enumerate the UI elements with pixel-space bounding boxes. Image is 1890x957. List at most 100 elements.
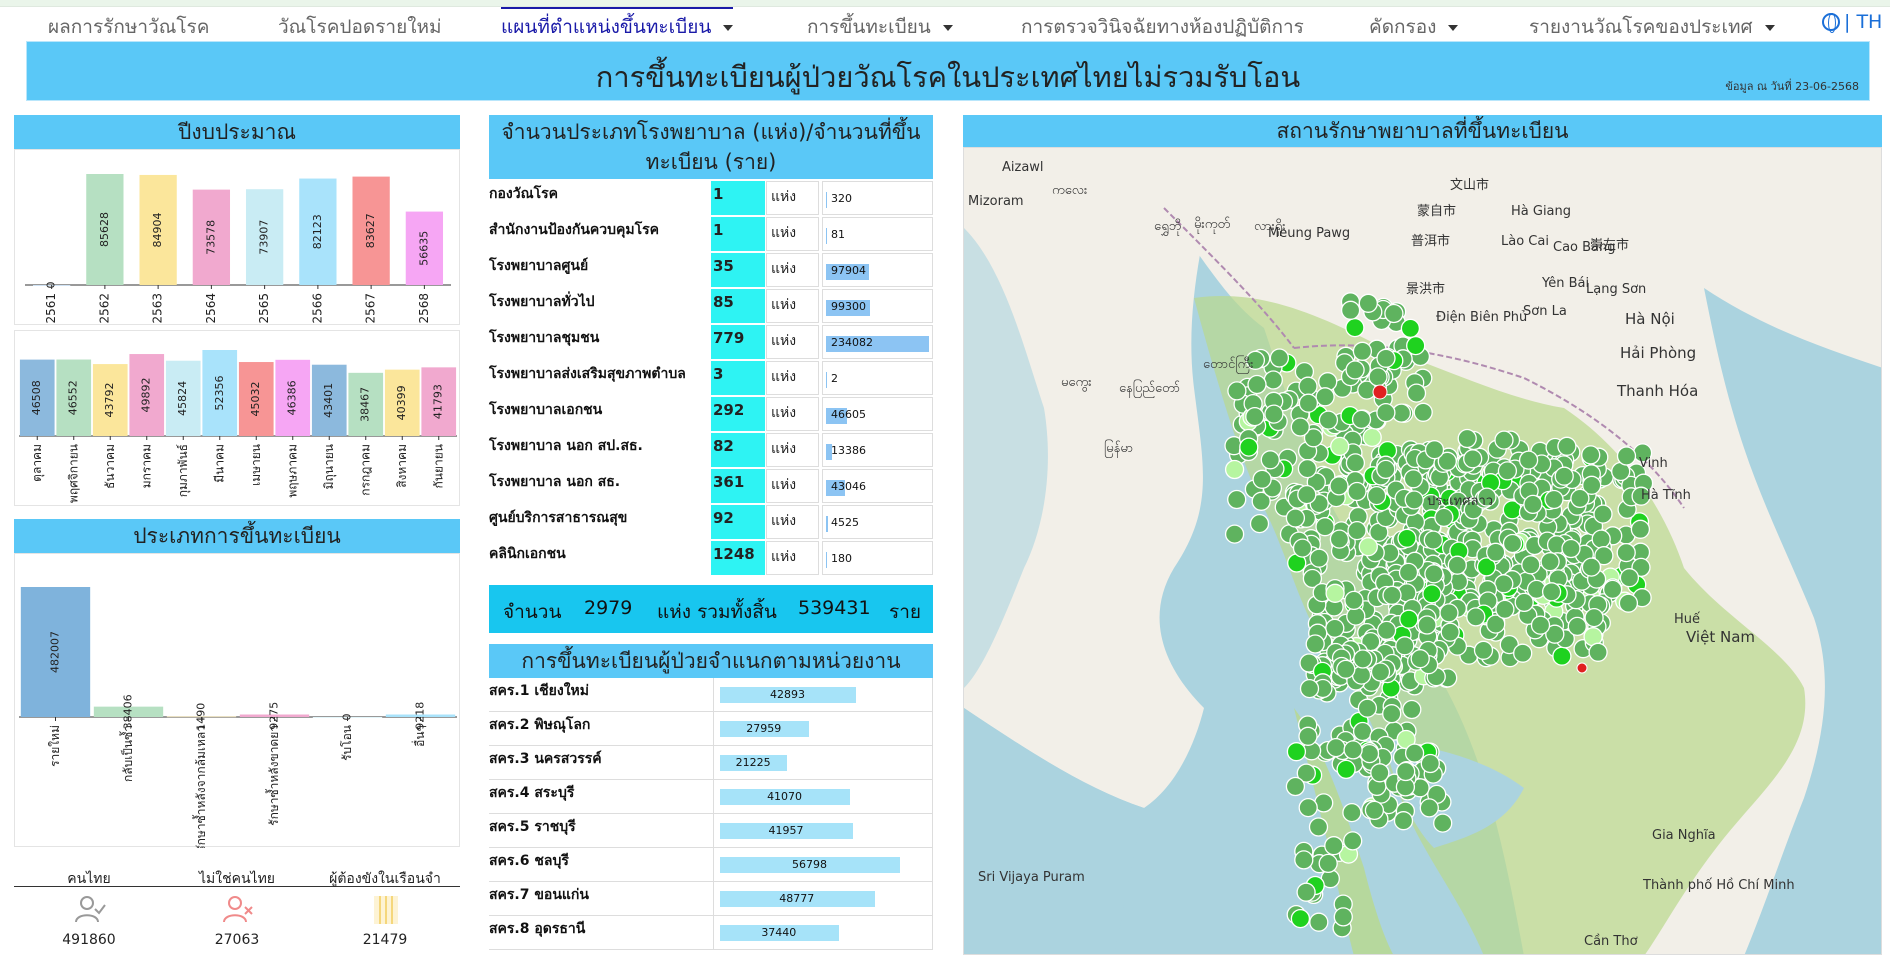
facility-marker [1326, 737, 1346, 758]
facility-map[interactable]: Aizawl Mizoram ကလေး ရွှေဘို မိုးကုတ် လားရှိုး… [963, 147, 1882, 955]
bar-value-label: 45824 [176, 381, 189, 416]
map-place-label: 蒙自市 [1417, 204, 1457, 219]
map-place-label: Thành phố Hồ Chí Minh [1643, 878, 1795, 893]
bar-value-label: 38467 [359, 387, 372, 422]
facility-marker [1298, 393, 1319, 413]
facility-marker [1619, 568, 1640, 588]
facility-marker [1318, 853, 1338, 874]
registered-bar-cell: 46605 [822, 397, 933, 431]
facility-marker [1239, 437, 1259, 457]
nav-lab-diagnosis[interactable]: การตรวจวินิจฉัยทางห้องปฏิบัติการ [1021, 12, 1304, 42]
facility-marker [1420, 753, 1440, 774]
facility-marker [1530, 615, 1551, 635]
facility-marker [1330, 436, 1350, 457]
facility-marker [1315, 517, 1335, 537]
facility-marker [1309, 912, 1329, 932]
facility-marker [1602, 579, 1623, 600]
hospital-count-unit: แห่ง [766, 541, 819, 575]
summary-label: จำนวน [503, 601, 562, 623]
region-name: สคร.8 อุดรธานี [489, 921, 586, 937]
x-tick-label: กรกฎาคม [358, 444, 372, 496]
hospital-count-unit: แห่ง [766, 505, 819, 539]
map-place-label: Việt Nam [1686, 628, 1756, 646]
map-place-label: Meung Pawg [1268, 226, 1351, 241]
facility-marker [1521, 555, 1541, 575]
facility-marker [1395, 636, 1415, 656]
map-place-label: ကလေး [1052, 183, 1088, 198]
budget-year-chart: 0256185628256284904256373578256473907256… [25, 174, 451, 324]
nav-registration[interactable]: การขึ้นทะเบียน [807, 12, 953, 42]
facility-marker [1495, 599, 1515, 620]
registered-bar-cell: 81 [822, 217, 933, 251]
region-bar-cell: 41957 [713, 814, 933, 847]
facility-marker [1357, 698, 1378, 718]
facility-marker [1325, 583, 1345, 603]
facility-marker [1227, 381, 1247, 401]
hospital-count: 35 [711, 253, 765, 287]
map-place-label: နေပြည်တော် [1119, 381, 1181, 396]
facility-marker [1376, 402, 1396, 423]
hospital-count: 292 [711, 397, 765, 431]
nav-country-report[interactable]: รายงานวัณโรคของประเทศ [1529, 12, 1775, 42]
bar-value-label: 52356 [213, 376, 226, 411]
registered-value: 99300 [831, 300, 866, 313]
registered-bar-cell: 320 [822, 181, 933, 215]
hospital-row: ศูนย์บริการสาธารณสุข 92 แห่ง 4525 [489, 504, 933, 540]
language-switcher[interactable]: | TH [1822, 11, 1882, 33]
region-bar-cell: 27959 [713, 712, 933, 745]
region-panel-title: การขึ้นทะเบียนผู้ป่วยจำแนกตามหน่วยงาน [489, 644, 933, 678]
facility-marker [1224, 524, 1245, 544]
facility-marker [1290, 908, 1311, 929]
map-place-label: Hà Giang [1511, 204, 1572, 219]
facility-marker [1557, 436, 1577, 456]
x-tick-label: กลับเป็นซ้ำ [119, 725, 135, 782]
hospital-count-unit: แห่ง [766, 181, 819, 215]
x-tick-label: รับโอน [340, 725, 354, 761]
hospital-count-unit: แห่ง [766, 325, 819, 359]
facility-marker [1382, 585, 1402, 605]
region-value: 42893 [769, 688, 805, 701]
facility-marker [1567, 616, 1587, 637]
hospital-type-name: โรงพยาบาลชุมชน [489, 330, 600, 346]
facility-marker [1351, 409, 1372, 430]
facility-marker [1406, 383, 1427, 403]
nav-screening[interactable]: คัดกรอง [1369, 12, 1459, 42]
facility-marker [1424, 564, 1444, 584]
x-tick-label: รักษาซ้ำหลังจากล้มเหลว [192, 725, 208, 848]
hospital-row: โรงพยาบาลทั่วไป 85 แห่ง 99300 [489, 288, 933, 324]
hospital-type-name: โรงพยาบาลศูนย์ [489, 258, 589, 274]
nav-treatment-results[interactable]: ผลการรักษาวัณโรค [48, 12, 209, 42]
facility-marker [1364, 800, 1385, 821]
chevron-down-icon [942, 24, 953, 31]
hospital-count: 3 [711, 361, 765, 395]
registered-bar-cell: 99300 [822, 289, 933, 323]
facility-marker [1376, 348, 1396, 368]
hospital-type-name: สำนักงานป้องกันควบคุมโรค [489, 222, 660, 238]
facility-marker [1329, 529, 1350, 549]
nav-new-pulmonary-tb[interactable]: วัณโรคปอดรายใหม่ [278, 12, 442, 42]
hospital-type-name: โรงพยาบาล นอก สป.สธ. [489, 438, 643, 454]
facility-marker [1419, 798, 1439, 818]
x-tick-label: กุมภาพันธ์ [176, 444, 191, 497]
map-panel-title: สถานรักษาพยาบาลที่ขึ้นทะเบียน [963, 115, 1882, 147]
region-bar-cell: 56798 [713, 848, 933, 881]
map-place-label: Cần Thơ [1584, 934, 1638, 949]
hospital-type-name: โรงพยาบาล นอก สธ. [489, 474, 621, 490]
facility-marker [1345, 360, 1365, 380]
facility-marker [1588, 642, 1608, 662]
region-row: สคร.7 ขอนแก่น 48777 [489, 882, 933, 916]
hospital-count: 1 [711, 217, 765, 251]
facility-marker [1285, 508, 1306, 528]
registered-bar [826, 192, 827, 208]
stat-thai: คนไทย 491860 [62, 871, 116, 948]
hospital-count: 85 [711, 289, 765, 323]
nav-registration-map[interactable]: แผนที่ตำแหน่งขึ้นทะเบียน [501, 7, 734, 42]
facility-marker [1376, 459, 1396, 480]
map-place-label: Hà Nội [1625, 310, 1675, 328]
facility-marker [1247, 374, 1267, 395]
x-tick-label: รักษาซ้ำหลังขาดยา [265, 725, 281, 826]
bar-value-label: 82123 [311, 214, 324, 249]
region-row: สคร.6 ชลบุรี 56798 [489, 848, 933, 882]
region-value: 41070 [767, 790, 803, 803]
hospital-count-unit: แห่ง [766, 253, 819, 287]
